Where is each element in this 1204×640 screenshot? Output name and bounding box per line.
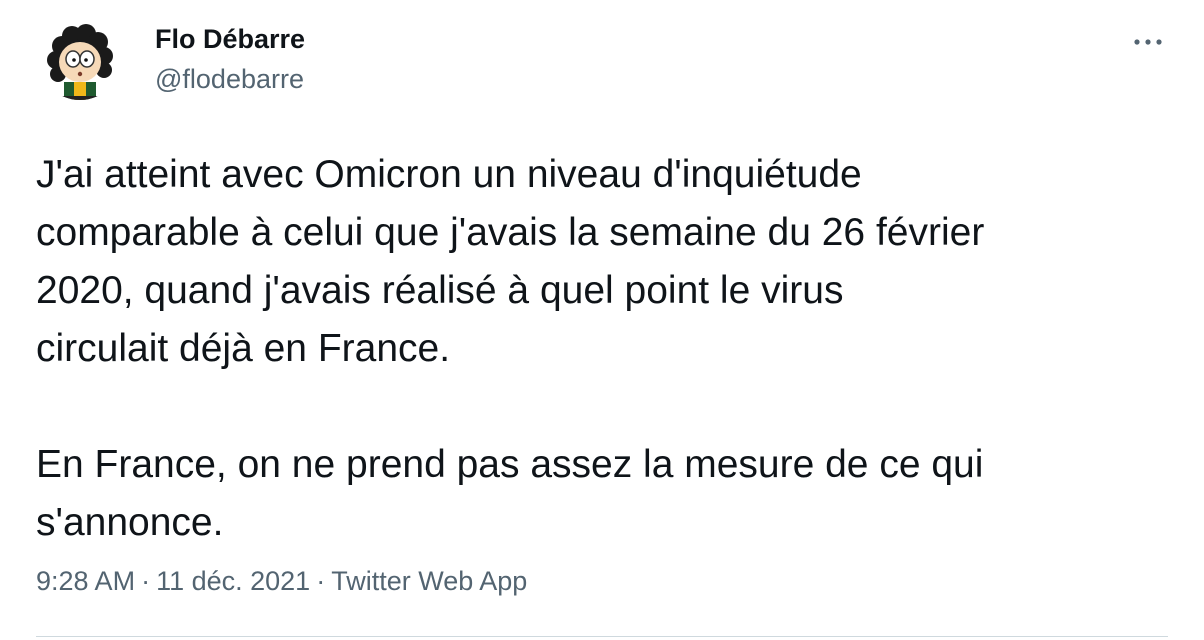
more-options-button[interactable] bbox=[1128, 22, 1168, 62]
tweet-text: J'ai atteint avec Omicron un niveau d'in… bbox=[36, 153, 985, 544]
tweet-card: Flo Débarre @flodebarre J'ai atteint ave… bbox=[0, 0, 1204, 640]
meta-separator: · bbox=[141, 566, 151, 596]
author-name[interactable]: Flo Débarre bbox=[155, 24, 305, 55]
tweet-source[interactable]: Twitter Web App bbox=[331, 566, 527, 597]
tweet-time[interactable]: 9:28 AM bbox=[36, 566, 135, 597]
tweet-metadata: 9:28 AM · 11 déc. 2021 · Twitter Web App bbox=[36, 566, 527, 597]
cartoon-avatar-icon[interactable] bbox=[38, 16, 122, 100]
tweet-date[interactable]: 11 déc. 2021 bbox=[156, 566, 310, 597]
divider bbox=[36, 636, 1168, 637]
more-dots-icon bbox=[1134, 39, 1162, 45]
author-handle[interactable]: @flodebarre bbox=[155, 64, 304, 95]
meta-separator: · bbox=[316, 566, 326, 596]
